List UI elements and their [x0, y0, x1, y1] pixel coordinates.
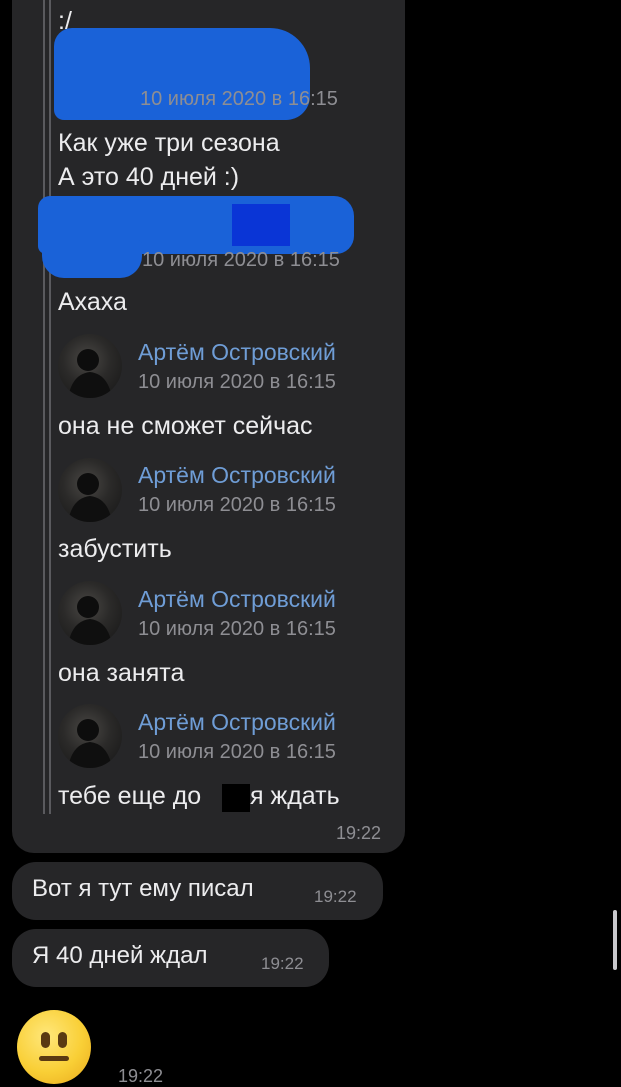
item-date: 10 июля 2020 в 16:15	[138, 618, 336, 640]
avatar[interactable]	[58, 581, 122, 645]
message-bubble[interactable]: Вот я тут ему писал 19:22	[12, 862, 383, 920]
item-text-start: тебе еще до	[58, 782, 202, 810]
message-time: 19:22	[261, 954, 304, 973]
message-text: Вот я тут ему писал	[32, 875, 254, 902]
neutral-face-emoji[interactable]	[17, 1010, 91, 1084]
item-date: 10 июля 2020 в 16:15	[138, 494, 336, 516]
item-text: забустить	[58, 535, 172, 563]
emoji-right-eye	[58, 1032, 67, 1048]
item-text: она занята	[58, 659, 185, 687]
fwd2-date: 10 июля 2020 в 16:15	[142, 249, 340, 271]
avatar[interactable]	[58, 704, 122, 768]
author-name[interactable]: Артём Островский	[138, 462, 336, 489]
message-text: Я 40 дней ждал	[32, 942, 208, 969]
item-text-end: я ждать	[250, 782, 340, 810]
fwd1-line-1: Как уже три сезона	[58, 129, 280, 157]
item-date: 10 июля 2020 в 16:15	[138, 371, 336, 393]
message-time: 19:22	[336, 823, 382, 843]
avatar[interactable]	[58, 458, 122, 522]
avatar-figure-icon	[68, 719, 112, 768]
emoji-mouth	[39, 1056, 69, 1061]
forward-inner-line	[49, 0, 51, 814]
author-name[interactable]: Артём Островский	[138, 339, 336, 366]
redacted-mark	[232, 204, 290, 246]
fwd2-text: Ахаха	[58, 288, 127, 316]
message-time: 19:22	[118, 1066, 164, 1086]
nested-forward-line	[43, 330, 45, 810]
avatar-figure-icon	[68, 473, 112, 522]
redacted-avatar-2	[42, 240, 142, 278]
author-name[interactable]: Артём Островский	[138, 586, 336, 613]
avatar[interactable]	[58, 334, 122, 398]
scrollbar[interactable]	[613, 910, 617, 970]
censor-block	[222, 784, 250, 812]
item-date: 10 июля 2020 в 16:15	[138, 741, 336, 763]
message-time: 19:22	[314, 887, 357, 906]
message-bubble[interactable]: Я 40 дней ждал 19:22	[12, 929, 329, 987]
fwd1-line-2: А это 40 дней :)	[58, 163, 240, 191]
avatar-figure-icon	[68, 349, 112, 398]
emoji-left-eye	[41, 1032, 50, 1048]
item-text: она не сможет сейчас	[58, 412, 313, 440]
fwd1-date: 10 июля 2020 в 16:15	[140, 88, 338, 110]
author-name[interactable]: Артём Островский	[138, 709, 336, 736]
avatar-figure-icon	[68, 596, 112, 645]
